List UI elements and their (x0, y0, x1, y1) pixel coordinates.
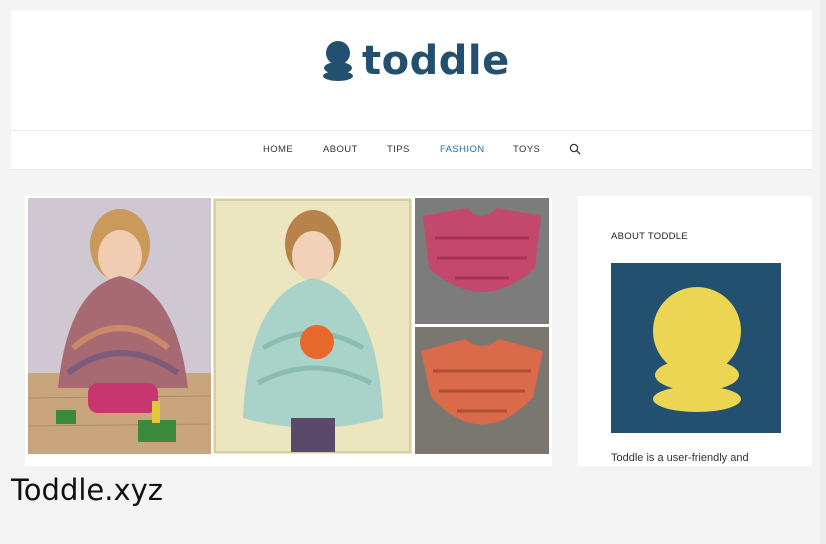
nav-item-home[interactable]: HOME (263, 144, 293, 155)
nav-item-tips[interactable]: TIPS (387, 144, 410, 155)
photo-girl-blue-poncho (213, 198, 412, 454)
site-title: toddle (362, 38, 510, 84)
widget-title: ABOUT TODDLE (611, 231, 688, 242)
main-nav: HOME ABOUT TIPS FASHION TOYS (11, 130, 812, 170)
site-logo[interactable]: toddle (322, 40, 510, 82)
nav-item-about[interactable]: ABOUT (323, 144, 358, 155)
page-wrapper: toddle HOME ABOUT TIPS FASHION TOYS ABOU… (11, 10, 812, 466)
page-scrollbar[interactable] (820, 0, 826, 544)
featured-image-collage[interactable] (25, 196, 552, 466)
widget-description: Toddle is a user-friendly and (611, 452, 749, 464)
search-icon[interactable] (569, 143, 581, 155)
photo-girl-multicolor-poncho (28, 198, 211, 454)
photo-pink-poncho (415, 198, 549, 324)
nav-item-fashion[interactable]: FASHION (440, 144, 485, 155)
site-header: toddle (11, 10, 812, 130)
sidebar-about-widget: ABOUT TODDLE Toddle is a user-friendly a… (578, 196, 812, 466)
toddle-logo-icon (323, 41, 353, 81)
toddle-avatar-image (611, 263, 781, 433)
photo-orange-poncho (415, 327, 549, 454)
site-url-caption: Toddle.xyz (11, 473, 164, 507)
toddle-mascot-icon (653, 287, 741, 412)
nav-item-toys[interactable]: TOYS (513, 144, 540, 155)
